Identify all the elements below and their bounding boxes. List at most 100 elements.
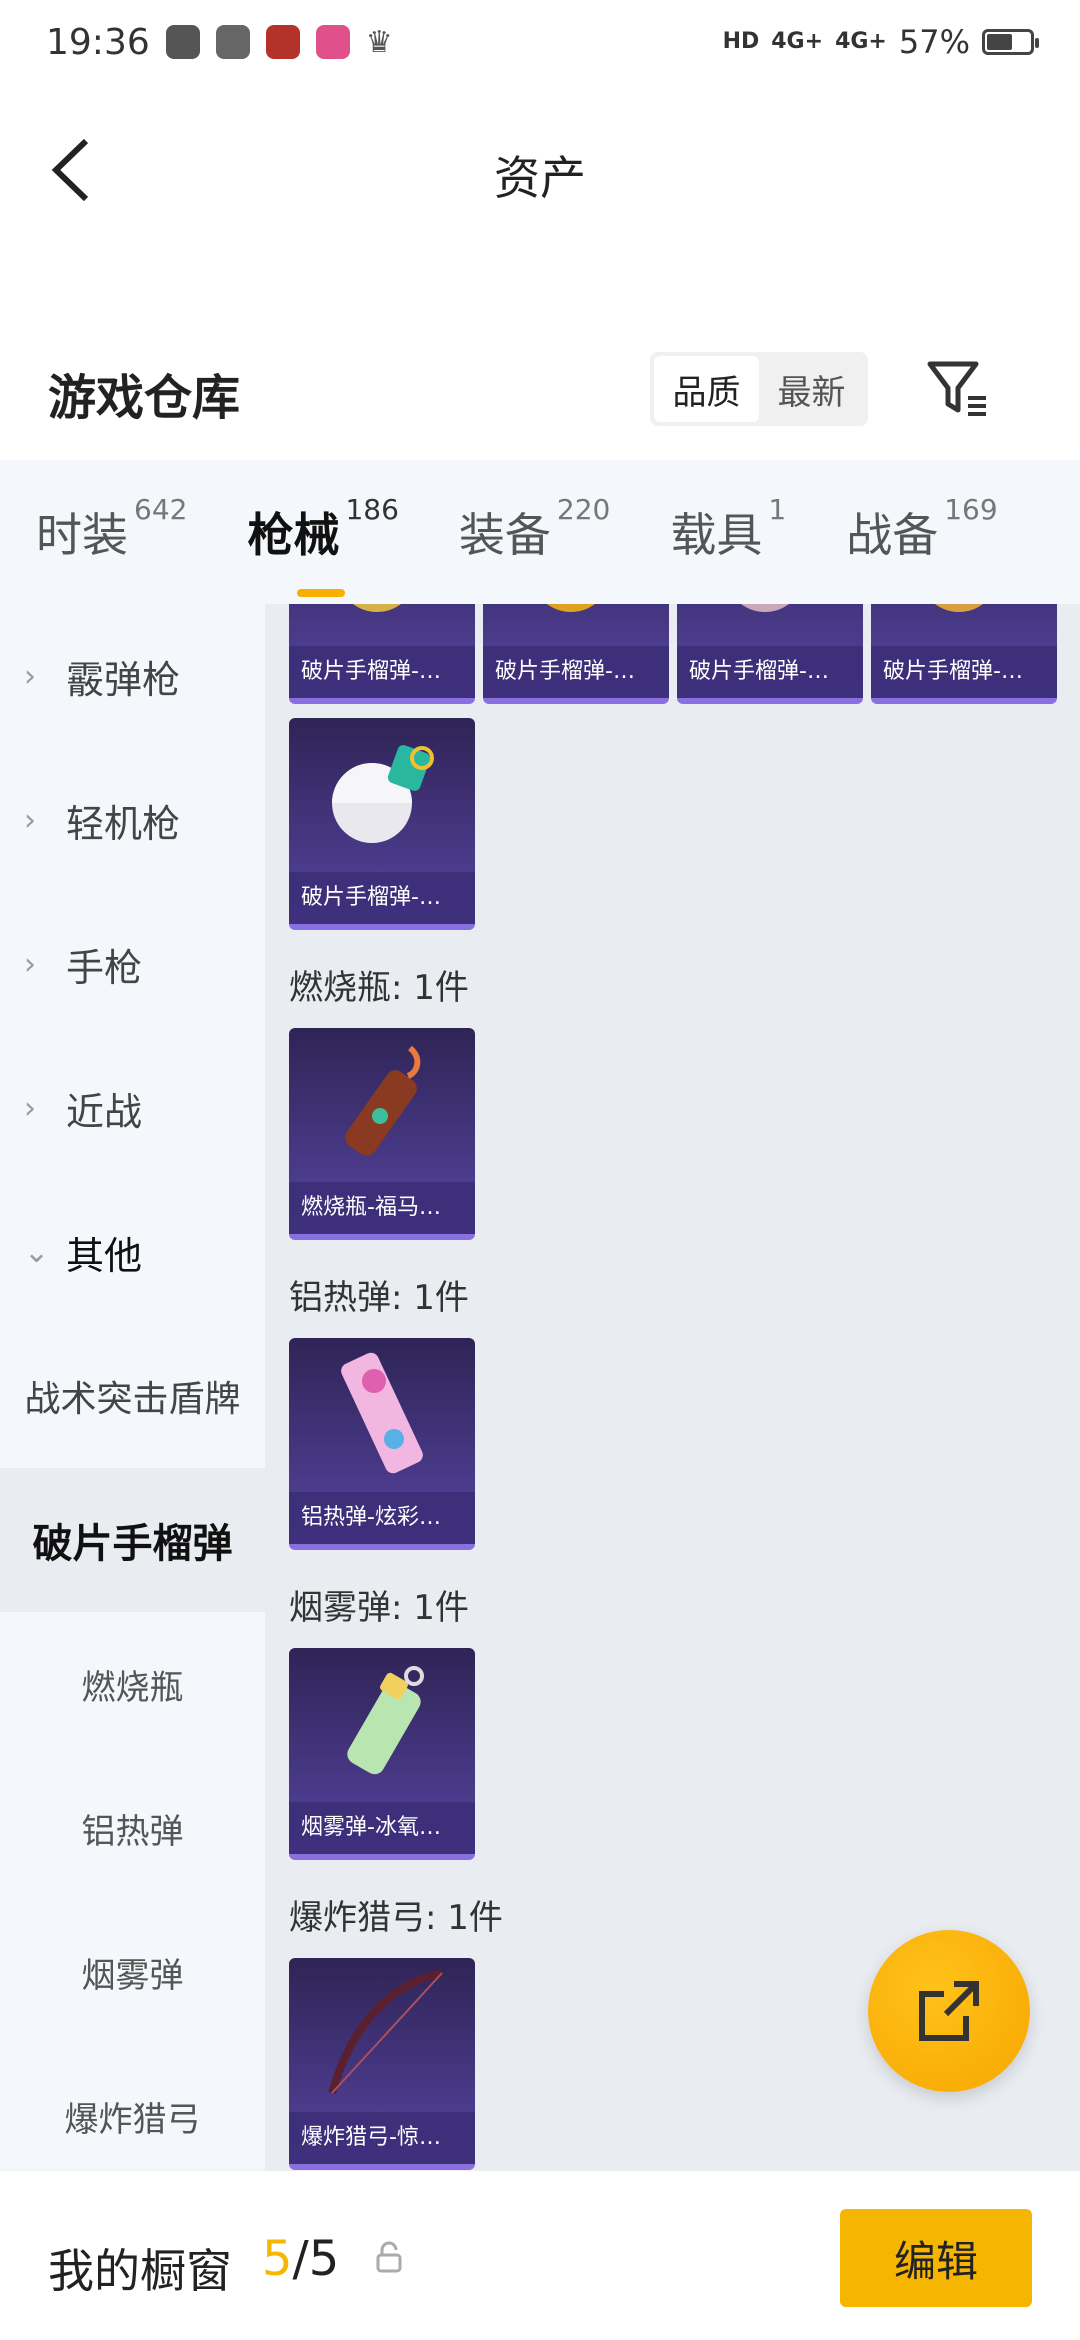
item-card-label: 破片手榴弹-… bbox=[483, 646, 669, 698]
item-card[interactable]: 烟雾弹-冰氧… bbox=[289, 1648, 475, 1860]
sidebar-item-shotgun[interactable]: › 霰弹枪 bbox=[0, 604, 265, 748]
sidebar-item-label: 破片手榴弹 bbox=[32, 1521, 233, 1567]
hd-icon: HD bbox=[722, 29, 760, 54]
tab-equipment[interactable]: 装备 220 bbox=[458, 493, 610, 565]
item-card[interactable]: 铝热弹-炫彩… bbox=[289, 1338, 475, 1550]
showcase-count-separator: / bbox=[292, 2231, 309, 2287]
showcase-label: 我的橱窗 bbox=[48, 2244, 232, 2298]
item-card[interactable]: 破片手榴弹-… bbox=[871, 604, 1057, 704]
tab-firearms[interactable]: 枪械 186 bbox=[247, 493, 399, 597]
section-label: 爆炸猎弓: 1件 bbox=[289, 1898, 503, 1938]
item-card[interactable]: 爆炸猎弓-惊… bbox=[289, 1958, 475, 2170]
sidebar: › 霰弹枪 › 轻机枪 › 手枪 › 近战 ⌄ 其他 战术突击盾牌 破片手榴弹 … bbox=[0, 604, 265, 2170]
item-card[interactable]: 燃烧瓶-福马… bbox=[289, 1028, 475, 1240]
item-card[interactable]: 破片手榴弹-… bbox=[483, 604, 669, 704]
item-card-label: 破片手榴弹-… bbox=[289, 646, 475, 698]
grenade-skin-icon bbox=[871, 604, 1057, 642]
item-card-label: 破片手榴弹-… bbox=[871, 646, 1057, 698]
header: 资产 bbox=[0, 100, 1080, 240]
item-card[interactable]: 破片手榴弹-… bbox=[677, 604, 863, 704]
sidebar-item-label: 轻机枪 bbox=[66, 801, 181, 846]
tab-label: 时装 bbox=[36, 508, 128, 562]
chevron-right-icon: › bbox=[24, 1090, 36, 1126]
sidebar-item-pistol[interactable]: › 手枪 bbox=[0, 892, 265, 1036]
filter-icon bbox=[927, 361, 986, 416]
item-card-label: 烟雾弹-冰氧… bbox=[289, 1802, 475, 1854]
edit-button[interactable]: 编辑 bbox=[840, 2209, 1032, 2307]
sidebar-item-label: 手枪 bbox=[66, 945, 143, 990]
tab-label: 战备 bbox=[846, 508, 939, 562]
item-card[interactable]: 破片手榴弹-… bbox=[289, 604, 475, 704]
signal-icon-2: 4G+ bbox=[835, 29, 887, 54]
sidebar-item-label: 霰弹枪 bbox=[66, 657, 181, 702]
tab-supplies[interactable]: 战备 169 bbox=[846, 493, 997, 565]
wechat-icon bbox=[215, 25, 250, 59]
showcase-count-total: 5 bbox=[308, 2231, 340, 2287]
battery-percent: 57% bbox=[898, 23, 970, 61]
sidebar-item-lmg[interactable]: › 轻机枪 bbox=[0, 748, 265, 892]
sidebar-item-label: 爆炸猎弓 bbox=[64, 2099, 201, 2140]
item-card[interactable]: 破片手榴弹-… bbox=[289, 718, 475, 930]
tab-fashion[interactable]: 时装 642 bbox=[36, 493, 187, 565]
showcase-bar: 我的橱窗 5/5 编辑 bbox=[0, 2170, 1080, 2340]
tab-label: 载具 bbox=[670, 508, 763, 562]
thermite-icon bbox=[289, 1338, 475, 1488]
sidebar-item-label: 其他 bbox=[66, 1233, 143, 1278]
sidebar-item-label: 烟雾弹 bbox=[81, 1955, 184, 1996]
page-title: 资产 bbox=[494, 151, 586, 205]
sidebar-item-other[interactable]: ⌄ 其他 bbox=[0, 1180, 265, 1324]
tab-label: 装备 bbox=[458, 508, 551, 562]
sidebar-item-melee[interactable]: › 近战 bbox=[0, 1036, 265, 1180]
sidebar-item-frag-grenade[interactable]: 破片手榴弹 bbox=[0, 1468, 265, 1612]
showcase-count-current: 5 bbox=[262, 2231, 293, 2287]
section-label: 烟雾弹: 1件 bbox=[289, 1588, 469, 1628]
crown-icon: ♛ bbox=[365, 24, 393, 60]
tab-count: 186 bbox=[345, 493, 399, 526]
grenade-skin-icon bbox=[677, 604, 863, 642]
sidebar-item-thermite[interactable]: 铝热弹 bbox=[0, 1756, 265, 1900]
item-card-label: 爆炸猎弓-惊… bbox=[289, 2112, 475, 2164]
grenade-skin-icon bbox=[289, 604, 475, 642]
chevron-right-icon: › bbox=[24, 946, 36, 982]
chevron-right-icon: › bbox=[24, 658, 36, 694]
item-card-label: 铝热弹-炫彩… bbox=[289, 1492, 475, 1544]
share-fab-button[interactable] bbox=[868, 1930, 1030, 2092]
status-bar: 19:36 ♛ HD 4G+ 4G+ 57% bbox=[0, 0, 1080, 84]
sidebar-item-smoke[interactable]: 烟雾弹 bbox=[0, 1900, 265, 2044]
sidebar-item-explosive-bow[interactable]: 爆炸猎弓 bbox=[0, 2044, 265, 2170]
item-card-label: 破片手榴弹-… bbox=[677, 646, 863, 698]
tab-count: 169 bbox=[944, 493, 998, 526]
tab-count: 1 bbox=[768, 493, 787, 526]
sidebar-item-label: 铝热弹 bbox=[81, 1811, 184, 1852]
smoke-grenade-icon bbox=[289, 1648, 475, 1798]
app-notification-icon bbox=[165, 25, 200, 59]
sidebar-item-molotov[interactable]: 燃烧瓶 bbox=[0, 1612, 265, 1756]
sort-toggle: 品质 最新 bbox=[650, 352, 868, 426]
game-app-icon bbox=[265, 25, 300, 59]
lock-icon bbox=[374, 2241, 404, 2279]
sidebar-item-label: 战术突击盾牌 bbox=[24, 1379, 241, 1420]
filter-button[interactable] bbox=[920, 350, 996, 426]
signal-icon: 4G+ bbox=[771, 29, 824, 54]
tab-count: 220 bbox=[556, 493, 611, 526]
sort-newest-option[interactable]: 最新 bbox=[759, 356, 864, 422]
section-label: 铝热弹: 1件 bbox=[289, 1278, 469, 1318]
grenade-skin-icon bbox=[483, 604, 669, 642]
item-card-label: 燃烧瓶-福马… bbox=[289, 1182, 475, 1234]
tab-vehicles[interactable]: 载具 1 bbox=[670, 493, 786, 565]
section-label: 燃烧瓶: 1件 bbox=[289, 968, 469, 1008]
tab-active-indicator bbox=[297, 589, 346, 597]
warehouse-row: 游戏仓库 品质 最新 bbox=[0, 340, 1080, 440]
sidebar-item-label: 近战 bbox=[66, 1089, 143, 1134]
status-time: 19:36 bbox=[46, 21, 150, 63]
showcase-count: 5/5 bbox=[262, 2231, 339, 2287]
share-icon bbox=[919, 1981, 979, 2041]
battery-icon bbox=[982, 29, 1039, 55]
sort-quality-option[interactable]: 品质 bbox=[654, 356, 759, 422]
chevron-right-icon: › bbox=[24, 802, 36, 838]
sidebar-item-shield[interactable]: 战术突击盾牌 bbox=[0, 1324, 265, 1468]
item-card-label: 破片手榴弹-… bbox=[289, 872, 475, 924]
molotov-icon bbox=[289, 1028, 475, 1178]
tab-label: 枪械 bbox=[247, 508, 340, 562]
category-tabs: 时装 642 枪械 186 装备 220 载具 1 战备 169 bbox=[0, 460, 1080, 604]
